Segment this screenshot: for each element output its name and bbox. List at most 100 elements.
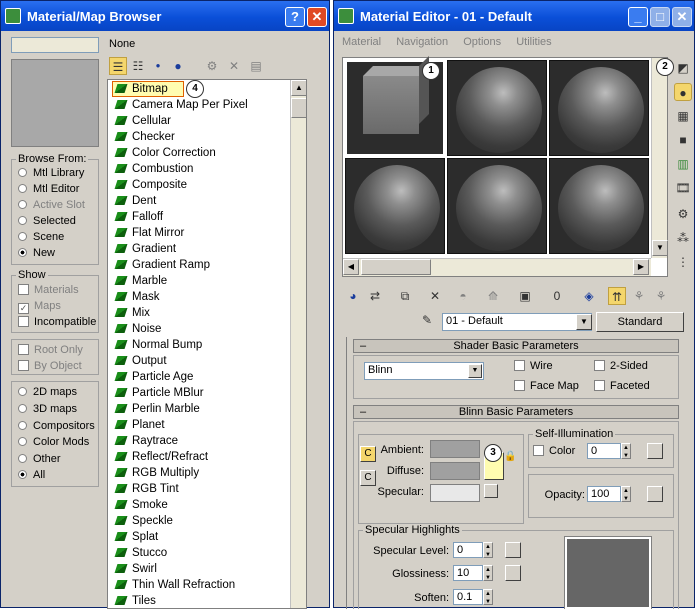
map-list-item[interactable]: Dent	[114, 195, 156, 207]
map-list-item[interactable]: Flat Mirror	[114, 227, 184, 239]
go-forward-sibling-icon[interactable]: ⚘	[652, 287, 670, 305]
sample-slot-2[interactable]	[447, 60, 547, 156]
map-list-item[interactable]: Combustion	[114, 163, 193, 175]
map-list-item[interactable]: Reflect/Refract	[114, 451, 208, 463]
name-field[interactable]	[11, 37, 99, 53]
diffuse-swatch[interactable]	[430, 462, 480, 480]
help-button[interactable]: ?	[285, 7, 305, 27]
sample-uv-tiling-icon[interactable]: ■	[674, 131, 692, 149]
menu-material[interactable]: Material	[342, 36, 381, 48]
video-color-check-icon[interactable]: ▥	[674, 155, 692, 173]
checkbox-incompatible[interactable]: Incompatible	[18, 316, 96, 328]
show-end-result-icon[interactable]: ⇈	[608, 287, 626, 305]
sample-slot-5[interactable]	[447, 158, 547, 254]
h-scroll-thumb[interactable]	[361, 259, 431, 275]
make-preview-icon[interactable]: 🎞	[674, 179, 692, 197]
material-navigator-icon[interactable]: ⋮	[674, 253, 692, 271]
checkbox-materials[interactable]: Materials	[18, 284, 79, 296]
glossiness-spinner[interactable]: ▲ ▼	[483, 565, 493, 581]
glossiness-field[interactable]: 10	[453, 565, 483, 581]
material-name-dropdown-icon[interactable]: ▼	[576, 314, 592, 330]
map-list-item[interactable]: Mask	[114, 291, 159, 303]
map-list-item[interactable]: Thin Wall Refraction	[114, 579, 235, 591]
options-icon[interactable]: ⚙	[674, 205, 692, 223]
spec-level-map-button[interactable]	[505, 542, 521, 558]
opacity-spinner[interactable]: ▲ ▼	[621, 486, 631, 502]
radio-3d-maps[interactable]: 3D maps	[18, 403, 77, 415]
shader-type-dropdown[interactable]: Blinn	[364, 362, 484, 380]
checkbox-maps[interactable]: ✓ Maps	[18, 300, 61, 314]
slots-v-scrollbar[interactable]: ▼	[651, 58, 668, 258]
soften-spinner[interactable]: ▲ ▼	[483, 589, 493, 605]
editor-close-button[interactable]: ✕	[672, 7, 692, 27]
radio-mtl-library[interactable]: Mtl Library	[18, 167, 84, 179]
make-unique-icon[interactable]: ⟰	[484, 287, 502, 305]
menu-options[interactable]: Options	[463, 36, 501, 48]
radio-compositors[interactable]: Compositors	[18, 420, 95, 432]
map-list-item[interactable]: Stucco	[114, 547, 167, 559]
view-list-icons-icon[interactable]: ☷	[129, 57, 147, 75]
get-material-icon[interactable]: ◕	[344, 287, 362, 305]
map-list-item[interactable]: Smoke	[114, 499, 168, 511]
sample-slot-6[interactable]	[549, 158, 649, 254]
map-list-item[interactable]: Color Correction	[114, 147, 216, 159]
shader-rollout-header[interactable]: – Shader Basic Parameters	[353, 339, 679, 353]
reset-map-icon[interactable]: ✕	[426, 287, 444, 305]
scroll-down-icon[interactable]: ▼	[652, 240, 668, 256]
map-list-item[interactable]: Mix	[114, 307, 150, 319]
material-name-field[interactable]: 01 - Default	[442, 313, 592, 331]
checkbox-by-object[interactable]: By Object	[18, 360, 82, 372]
map-list-item[interactable]: Particle MBlur	[114, 387, 204, 399]
sample-slot-3[interactable]	[549, 60, 649, 156]
lock-icon[interactable]: 🔒	[504, 448, 516, 466]
radio-scene[interactable]: Scene	[18, 231, 64, 243]
map-list-item[interactable]: Gradient Ramp	[114, 259, 210, 271]
radio-active-slot[interactable]: Active Slot	[18, 199, 85, 211]
menu-utilities[interactable]: Utilities	[516, 36, 551, 48]
slots-h-scrollbar[interactable]: ◀ ▶	[343, 258, 651, 276]
map-list-item[interactable]: Bitmap	[114, 83, 168, 95]
view-large-icons-icon[interactable]: ●	[169, 57, 187, 75]
radio-mtl-editor[interactable]: Mtl Editor	[18, 183, 79, 195]
make-copy-icon[interactable]: ◓	[454, 287, 472, 305]
map-list-item[interactable]: Gradient	[114, 243, 176, 255]
checkbox-root-only[interactable]: Root Only	[18, 344, 83, 356]
editor-title-bar[interactable]: Material Editor - 01 - Default _ □ ✕	[334, 1, 694, 31]
glossiness-map-button[interactable]	[505, 565, 521, 581]
assign-material-icon[interactable]: ⧉	[396, 287, 414, 305]
scroll-thumb[interactable]	[291, 98, 306, 118]
radio-2d-maps[interactable]: 2D maps	[18, 386, 77, 398]
scroll-right-icon[interactable]: ▶	[633, 259, 649, 275]
put-to-library-icon[interactable]: ▣	[516, 287, 534, 305]
specular-map-button[interactable]	[484, 484, 498, 498]
show-map-icon[interactable]: ◈	[580, 287, 598, 305]
select-by-material-icon[interactable]: ⁂	[674, 229, 692, 247]
close-button[interactable]: ✕	[307, 7, 327, 27]
radio-selected[interactable]: Selected	[18, 215, 76, 227]
background-icon[interactable]: ▦	[674, 107, 692, 125]
scroll-left-icon[interactable]: ◀	[343, 259, 359, 275]
material-id-icon[interactable]: 0	[548, 287, 566, 305]
map-list-item[interactable]: Checker	[114, 131, 175, 143]
checkbox-2-sided[interactable]: 2-Sided	[594, 360, 648, 372]
map-list-item[interactable]: Raytrace	[114, 435, 178, 447]
map-list-item[interactable]: RGB Tint	[114, 483, 179, 495]
map-list-item[interactable]: Composite	[114, 179, 187, 191]
map-list-item[interactable]: Normal Bump	[114, 339, 202, 351]
map-list-item[interactable]: Output	[114, 355, 167, 367]
scroll-up-icon[interactable]: ▲	[291, 80, 306, 96]
clear-library-icon[interactable]: ▤	[247, 57, 265, 75]
map-list-item[interactable]: Planet	[114, 419, 165, 431]
map-list-item[interactable]: Falloff	[114, 211, 163, 223]
spec-level-field[interactable]: 0	[453, 542, 483, 558]
map-list-item[interactable]: Cellular	[114, 115, 171, 127]
checkbox-self-illum-color[interactable]: Color	[533, 445, 575, 457]
go-to-parent-icon[interactable]: ⚘	[630, 287, 648, 305]
map-list-item[interactable]: RGB Multiply	[114, 467, 199, 479]
menu-navigation[interactable]: Navigation	[396, 36, 448, 48]
radio-other[interactable]: Other	[18, 453, 61, 465]
self-illum-map-button[interactable]	[647, 443, 663, 459]
opacity-field[interactable]: 100	[587, 486, 621, 502]
browser-title-bar[interactable]: Material/Map Browser ? ✕	[1, 1, 329, 31]
blinn-rollout-header[interactable]: – Blinn Basic Parameters	[353, 405, 679, 419]
